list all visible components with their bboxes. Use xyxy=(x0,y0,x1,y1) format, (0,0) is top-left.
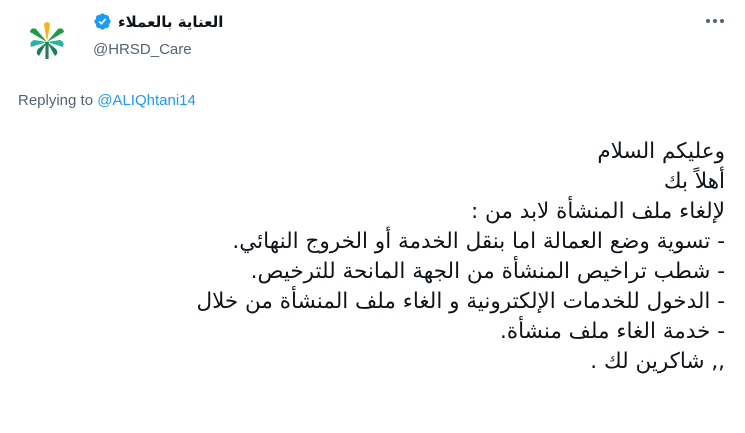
tweet-text: وعليكم السلام أهلاً بك لإلغاء ملف المنشأ… xyxy=(20,137,725,377)
display-name[interactable]: العناية بالعملاء xyxy=(118,13,223,31)
replying-prefix: Replying to xyxy=(18,92,98,109)
more-options-icon[interactable] xyxy=(703,9,727,33)
tweet-line: - شطب تراخيص المنشأة من الجهة المانحة لل… xyxy=(250,259,725,284)
account-handle[interactable]: @HRSD_Care xyxy=(93,41,192,58)
avatar[interactable] xyxy=(18,11,76,69)
tweet-line: وعليكم السلام xyxy=(597,139,725,164)
tweet-line: ,, شاكرين لك . xyxy=(590,349,725,374)
hrsd-logo-icon xyxy=(30,22,64,59)
account-name-row[interactable]: العناية بالعملاء xyxy=(93,12,223,31)
tweet-card: العناية بالعملاء @HRSD_Care Replying to … xyxy=(0,0,745,433)
tweet-line: - الدخول للخدمات الإلكترونية و الغاء ملف… xyxy=(196,289,725,314)
tweet-line: لإلغاء ملف المنشأة لابد من : xyxy=(470,199,725,224)
verified-badge-icon xyxy=(94,13,111,30)
tweet-line: - تسوية وضع العمالة اما بنقل الخدمة أو ا… xyxy=(232,229,725,254)
replying-to: Replying to @ALIQhtani14 xyxy=(18,92,196,109)
reply-mention-link[interactable]: @ALIQhtani14 xyxy=(97,92,196,109)
tweet-line: - خدمة الغاء ملف منشأة. xyxy=(500,319,725,344)
tweet-line: أهلاً بك xyxy=(663,169,725,194)
